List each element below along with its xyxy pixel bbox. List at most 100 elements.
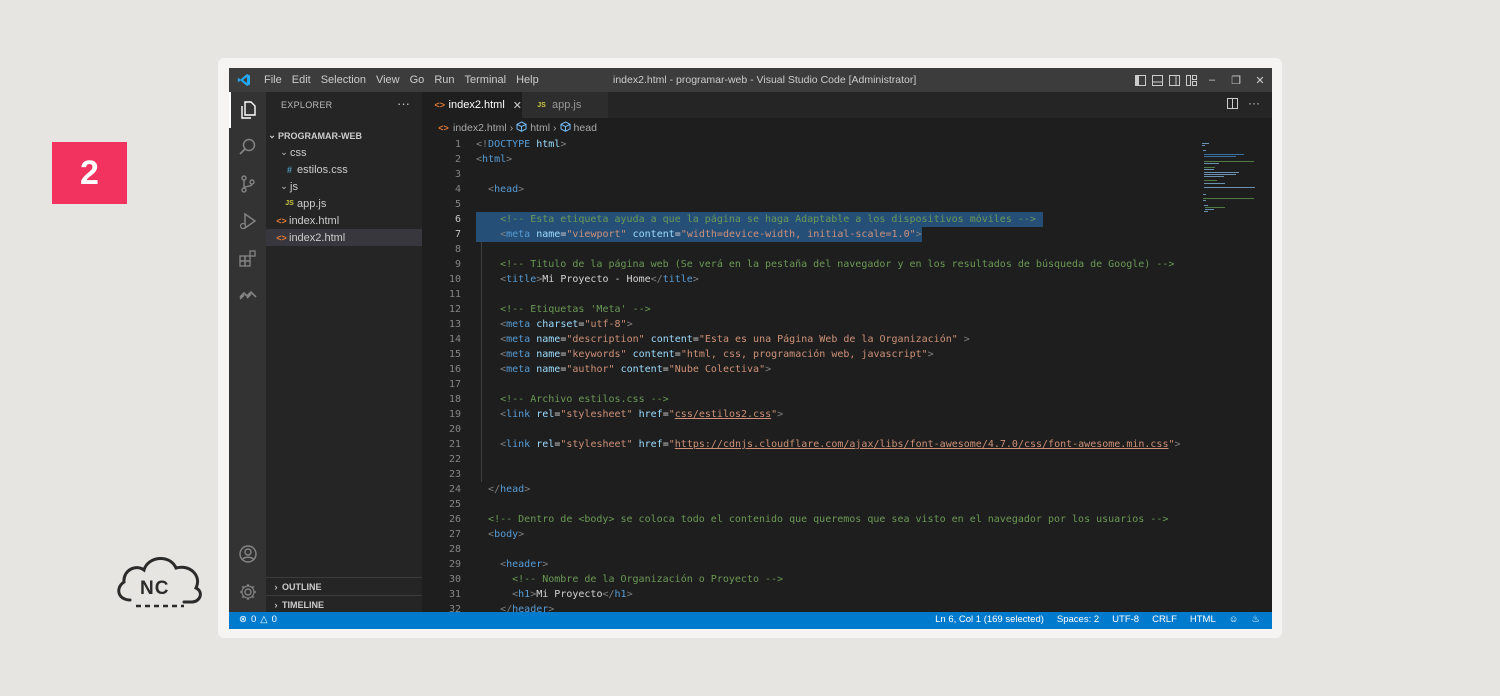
code-line[interactable]: 27 <body> — [422, 527, 1200, 542]
source-control-icon[interactable] — [229, 166, 266, 202]
breadcrumb-file[interactable]: index2.html — [453, 122, 507, 134]
file-index-html[interactable]: <> index.html — [266, 212, 422, 229]
js-file-icon: JS — [285, 200, 294, 207]
extensions-icon[interactable] — [229, 240, 266, 276]
timeline-section[interactable]: › TIMELINE — [266, 595, 422, 613]
remote-explorer-icon[interactable] — [229, 277, 266, 313]
problems-indicator[interactable]: ⊗ 0 △ 0 — [239, 614, 277, 625]
code-line[interactable]: 5 — [422, 197, 1200, 212]
code-line[interactable]: 4 <head> — [422, 182, 1200, 197]
code-line[interactable]: 3 — [422, 167, 1200, 182]
code-line[interactable]: 14 <meta name="description" content="Est… — [422, 332, 1200, 347]
line-number: 3 — [454, 169, 461, 180]
tab-index2-html[interactable]: <> index2.html ✕ — [422, 92, 522, 118]
code-line[interactable]: 1 <!DOCTYPE html> — [422, 137, 1200, 152]
code-line[interactable]: 6 <!-- Esta etiqueta ayuda a que la pági… — [422, 212, 1200, 227]
code-line[interactable]: 15 <meta name="keywords" content="html, … — [422, 347, 1200, 362]
code-line[interactable]: 20 — [422, 422, 1200, 437]
minimize-button[interactable]: – — [1200, 68, 1224, 92]
code-line[interactable]: 31 <h1>Mi Proyecto</h1> — [422, 587, 1200, 602]
toggle-sidebar-icon[interactable] — [1132, 68, 1149, 92]
code-editor[interactable]: 1 <!DOCTYPE html> 2 <html> 3 4 <head> 5 6 <!-- … — [422, 137, 1200, 612]
code-text: <meta charset="utf-8"> — [500, 319, 633, 330]
encoding[interactable]: UTF-8 — [1112, 614, 1139, 625]
close-icon[interactable]: ✕ — [513, 99, 522, 112]
code-line[interactable]: 8 — [422, 242, 1200, 257]
code-line[interactable]: 11 — [422, 287, 1200, 302]
code-line[interactable]: 9 <!-- Titulo de la página web (Se verá … — [422, 257, 1200, 272]
customize-layout-icon[interactable] — [1183, 68, 1200, 92]
indentation[interactable]: Spaces: 2 — [1057, 614, 1099, 625]
warning-icon: △ — [260, 614, 268, 625]
code-line[interactable]: 17 — [422, 377, 1200, 392]
end-of-line[interactable]: CRLF — [1152, 614, 1177, 625]
code-line[interactable]: 29 <header> — [422, 557, 1200, 572]
menu-run[interactable]: Run — [429, 74, 459, 86]
minimap[interactable] — [1200, 137, 1272, 612]
cube-icon — [560, 120, 571, 135]
menu-selection[interactable]: Selection — [316, 74, 371, 86]
code-line[interactable]: 26 <!-- Dentro de <body> se coloca todo … — [422, 512, 1200, 527]
project-folder[interactable]: ⌄ PROGRAMAR-WEB — [266, 127, 422, 144]
code-line[interactable]: 12 <!-- Etiquetas 'Meta' --> — [422, 302, 1200, 317]
minimap-line — [1204, 162, 1219, 164]
close-window-button[interactable]: ✕ — [1248, 68, 1272, 92]
title-bar: File Edit Selection View Go Run Terminal… — [229, 68, 1272, 92]
code-line[interactable]: 21 <link rel="stylesheet" href="https://… — [422, 437, 1200, 452]
code-line[interactable]: 19 <link rel="stylesheet" href="css/esti… — [422, 407, 1200, 422]
code-line[interactable]: 32 </header> — [422, 602, 1200, 612]
menu-terminal[interactable]: Terminal — [460, 74, 512, 86]
more-actions-icon[interactable]: ··· — [1248, 97, 1260, 112]
file-estilos-css[interactable]: # estilos.css — [266, 161, 422, 178]
split-editor-icon[interactable] — [1227, 98, 1238, 112]
menu-help[interactable]: Help — [511, 74, 544, 86]
menu-edit[interactable]: Edit — [287, 74, 316, 86]
search-icon[interactable] — [229, 129, 266, 165]
breadcrumb-html[interactable]: html — [530, 122, 550, 134]
minimap-line — [1204, 204, 1208, 206]
toggle-secondary-sidebar-icon[interactable] — [1166, 68, 1183, 92]
code-line[interactable]: 2 <html> — [422, 152, 1200, 167]
file-index2-html[interactable]: <> index2.html — [266, 229, 422, 246]
notifications-bell-icon[interactable]: ♨ — [1251, 614, 1260, 625]
settings-gear-icon[interactable] — [229, 574, 266, 610]
code-line[interactable]: 7 <meta name="viewport" content="width=d… — [422, 227, 1200, 242]
language-mode[interactable]: HTML — [1190, 614, 1216, 625]
step-badge: 2 — [52, 142, 127, 204]
code-line[interactable]: 23 — [422, 467, 1200, 482]
cursor-position[interactable]: Ln 6, Col 1 (169 selected) — [935, 614, 1044, 625]
code-line[interactable]: 25 — [422, 497, 1200, 512]
account-icon[interactable] — [229, 536, 266, 572]
outline-section[interactable]: › OUTLINE — [266, 577, 422, 595]
feedback-icon[interactable]: ☺ — [1229, 614, 1239, 625]
file-app-js[interactable]: JS app.js — [266, 195, 422, 212]
folder-js[interactable]: ⌄ js — [266, 178, 422, 195]
code-line[interactable]: 10 <title>Mi Proyecto - Home</title> — [422, 272, 1200, 287]
menu-file[interactable]: File — [259, 74, 287, 86]
toggle-panel-icon[interactable] — [1149, 68, 1166, 92]
menu-view[interactable]: View — [371, 74, 405, 86]
line-number: 16 — [448, 364, 461, 375]
code-text: <meta name="description" content="Esta e… — [500, 334, 970, 345]
more-actions-icon[interactable]: ··· — [397, 96, 410, 111]
code-text: <!-- Dentro de <body> se coloca todo el … — [488, 514, 1169, 525]
line-number: 13 — [448, 319, 461, 330]
restore-button[interactable]: ❐ — [1224, 68, 1248, 92]
menu-go[interactable]: Go — [405, 74, 430, 86]
tab-app-js[interactable]: JS app.js — [522, 92, 608, 118]
code-line[interactable]: 13 <meta charset="utf-8"> — [422, 317, 1200, 332]
minimap-line — [1203, 198, 1254, 199]
chevron-down-icon: ⌄ — [268, 130, 276, 140]
run-debug-icon[interactable] — [229, 203, 266, 239]
breadcrumb-head[interactable]: head — [574, 122, 597, 134]
explorer-icon[interactable] — [229, 92, 266, 128]
code-line[interactable]: 18 <!-- Archivo estilos.css --> — [422, 392, 1200, 407]
folder-css[interactable]: ⌄ css — [266, 144, 422, 161]
code-line[interactable]: 28 — [422, 542, 1200, 557]
minimap-line — [1204, 187, 1255, 188]
code-line[interactable]: 16 <meta name="author" content="Nube Col… — [422, 362, 1200, 377]
code-line[interactable]: 24 </head> — [422, 482, 1200, 497]
minimap-line — [1204, 180, 1217, 182]
code-line[interactable]: 22 — [422, 452, 1200, 467]
code-line[interactable]: 30 <!-- Nombre de la Organización o Proy… — [422, 572, 1200, 587]
